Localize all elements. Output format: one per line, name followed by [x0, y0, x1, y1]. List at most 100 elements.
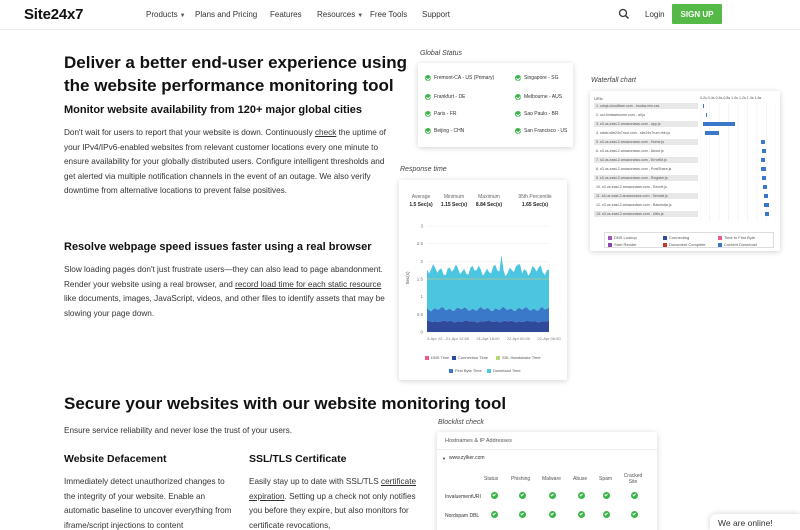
record-load-time-link[interactable]: record load time for each static resourc… — [235, 280, 381, 289]
check-link[interactable]: check — [315, 128, 336, 137]
response-time-label: Response time — [400, 166, 447, 173]
location-label: Fremont-CA - US (Primary) — [434, 75, 495, 81]
location-label: Melbourne - AUS — [524, 94, 563, 100]
ssl-title: SSL/TLS Certificate — [249, 453, 347, 465]
login-link[interactable]: Login — [645, 10, 665, 19]
y-tick-label: 1.5 — [417, 277, 424, 282]
nav-products-label: Products — [146, 10, 178, 19]
waterfall-row: 2. usi.fontawesome.com - all.js — [596, 113, 646, 117]
legend-swatch — [608, 242, 612, 247]
nav-support[interactable]: Support — [422, 10, 450, 19]
x-tick-label: 22-Apr 00:00 — [507, 336, 531, 341]
waterfall-bar — [764, 203, 769, 207]
nav-plans-pricing[interactable]: Plans and Pricing — [195, 10, 257, 19]
check-icon — [425, 75, 431, 81]
location-item: Fremont-CA - US (Primary) — [425, 75, 494, 81]
location-item: San Francisco - US — [515, 128, 567, 134]
legend-label: First Byte Time — [455, 368, 482, 373]
section-title-speed: Resolve webpage speed issues faster usin… — [64, 241, 372, 253]
blocklist-card: Hostnames & IP Addresses ▼ www.zylker.com… — [437, 432, 657, 530]
speed-text-b: like documents, images, JavaScript, vide… — [64, 294, 385, 318]
waterfall-legend-item: Time to First Byte — [718, 235, 755, 240]
x-tick-label: 21-Apr 18:00 — [476, 336, 500, 341]
waterfall-card: URls 0.2s 0.4s 0.6s 0.8s 1.0s 1.2s 1.4s … — [590, 91, 780, 251]
waterfall-row: 7. s3.us-east-2.amazonaws.com - ErrorKit… — [594, 157, 698, 163]
legend-label: DNS Lookup — [614, 235, 637, 240]
col-status: Status — [484, 476, 499, 482]
check-icon — [515, 128, 521, 134]
blocklist-row-label: Nordspam DBL — [445, 513, 480, 519]
waterfall-bar — [762, 176, 766, 180]
area-download-time — [427, 255, 549, 312]
nav-features[interactable]: Features — [270, 10, 302, 19]
legend-label: Document Complete — [669, 242, 706, 247]
check-icon — [491, 511, 498, 518]
nav-free-tools[interactable]: Free Tools — [370, 10, 407, 19]
check-mark — [520, 511, 524, 516]
waterfall-row: 8. s3.us-east-2.amazonaws.com - PostShar… — [596, 167, 672, 171]
location-label: Frankfurt - DE — [434, 94, 466, 100]
waterfall-scale: 0.2s 0.4s 0.6s 0.8s 1.0s 1.2s 1.4s 1.6s — [700, 96, 762, 100]
check-mark — [550, 511, 554, 516]
global-status-label: Global Status — [420, 50, 463, 57]
x-tick-label: 22-Apr 06:00 — [537, 336, 561, 341]
host-row[interactable]: ▼ www.zylker.com — [442, 455, 485, 461]
legend-label: Start Render — [614, 242, 637, 247]
waterfall-bar — [761, 158, 765, 162]
chat-widget[interactable]: We are online! — [710, 514, 800, 530]
check-icon — [425, 94, 431, 100]
y-tick-label: 2.5 — [417, 241, 424, 246]
y-tick-label: 2 — [420, 259, 423, 264]
legend-item-dns: DNS Time — [425, 355, 449, 360]
nav-resources[interactable]: Resources ▼ — [317, 10, 363, 19]
search-icon[interactable] — [618, 8, 630, 20]
y-tick-label: 3 — [420, 224, 423, 229]
stat-value: 1.65 Sec(s) — [521, 202, 549, 208]
location-item: Melbourne - AUS — [515, 94, 562, 100]
check-mark — [632, 511, 636, 516]
check-mark — [550, 492, 554, 497]
stat-head: Minimum — [443, 194, 465, 200]
location-label: Beijing - CHN — [434, 128, 465, 134]
check-icon — [578, 511, 585, 518]
blocklist-label: Blocklist check — [438, 419, 484, 426]
waterfall-row: 11. s3.us-east-2.amazonaws.com - Sendat.… — [594, 193, 698, 199]
waterfall-row: 10. s3.us-east-2.amazonaws.com - Secret.… — [596, 185, 667, 189]
check-icon — [425, 111, 431, 117]
waterfall-legend: DNS Lookup Connecting Time to First Byte St… — [604, 232, 774, 248]
waterfall-row: 6. s3.us-east-2.amazonaws.com - About.js — [596, 149, 664, 153]
stat-value: 1.15 Sec(s) — [440, 202, 468, 208]
waterfall-bar — [705, 131, 719, 135]
waterfall-legend-item: Connecting — [663, 235, 689, 240]
legend-swatch — [608, 235, 612, 240]
location-item: Singapore - SG — [515, 75, 558, 81]
signup-button[interactable]: SIGN UP — [672, 4, 722, 24]
chevron-down-icon: ▼ — [179, 13, 186, 19]
top-nav: Site24x7 Products ▼ Plans and Pricing Fea… — [0, 0, 800, 30]
waterfall-label: Waterfall chart — [591, 77, 636, 84]
host-label: www.zylker.com — [448, 455, 485, 461]
check-mark — [579, 492, 583, 497]
check-icon — [549, 492, 556, 499]
check-mark — [492, 511, 496, 516]
legend-label: Time to First Byte — [724, 235, 756, 240]
check-icon — [425, 128, 431, 134]
waterfall-row: 12. s3.us-east-2.amazonaws.com - Batchst… — [596, 203, 672, 207]
legend-item-ssl: SSL Handshake Time — [496, 355, 541, 360]
location-label: Paris - FR — [434, 111, 457, 117]
waterfall-legend-item: Content Download — [718, 242, 757, 247]
waterfall-bar — [765, 212, 769, 216]
legend-swatch — [452, 355, 456, 360]
check-icon — [519, 511, 526, 518]
legend-swatch — [663, 242, 667, 247]
nav-products[interactable]: Products ▼ — [146, 10, 186, 19]
legend-swatch — [663, 235, 667, 240]
area-connection-time — [427, 320, 549, 332]
location-item: Sao Paulo - BR — [515, 111, 558, 117]
check-icon — [515, 94, 521, 100]
y-tick-label: 0 — [420, 330, 423, 335]
waterfall-legend-item: DNS Lookup — [608, 235, 637, 240]
check-icon — [515, 75, 521, 81]
location-label: Singapore - SG — [524, 75, 559, 81]
site-logo[interactable]: Site24x7 — [24, 6, 83, 23]
